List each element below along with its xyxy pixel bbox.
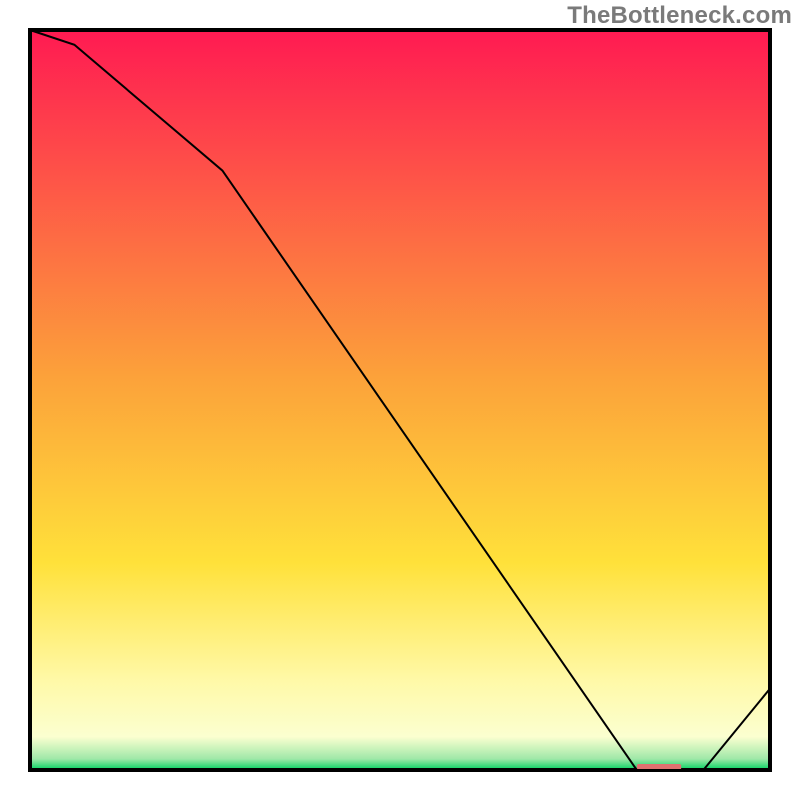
plot-background [30, 30, 770, 770]
chart-container: TheBottleneck.com [0, 0, 800, 800]
bottleneck-chart [0, 0, 800, 800]
watermark-text: TheBottleneck.com [567, 2, 792, 30]
